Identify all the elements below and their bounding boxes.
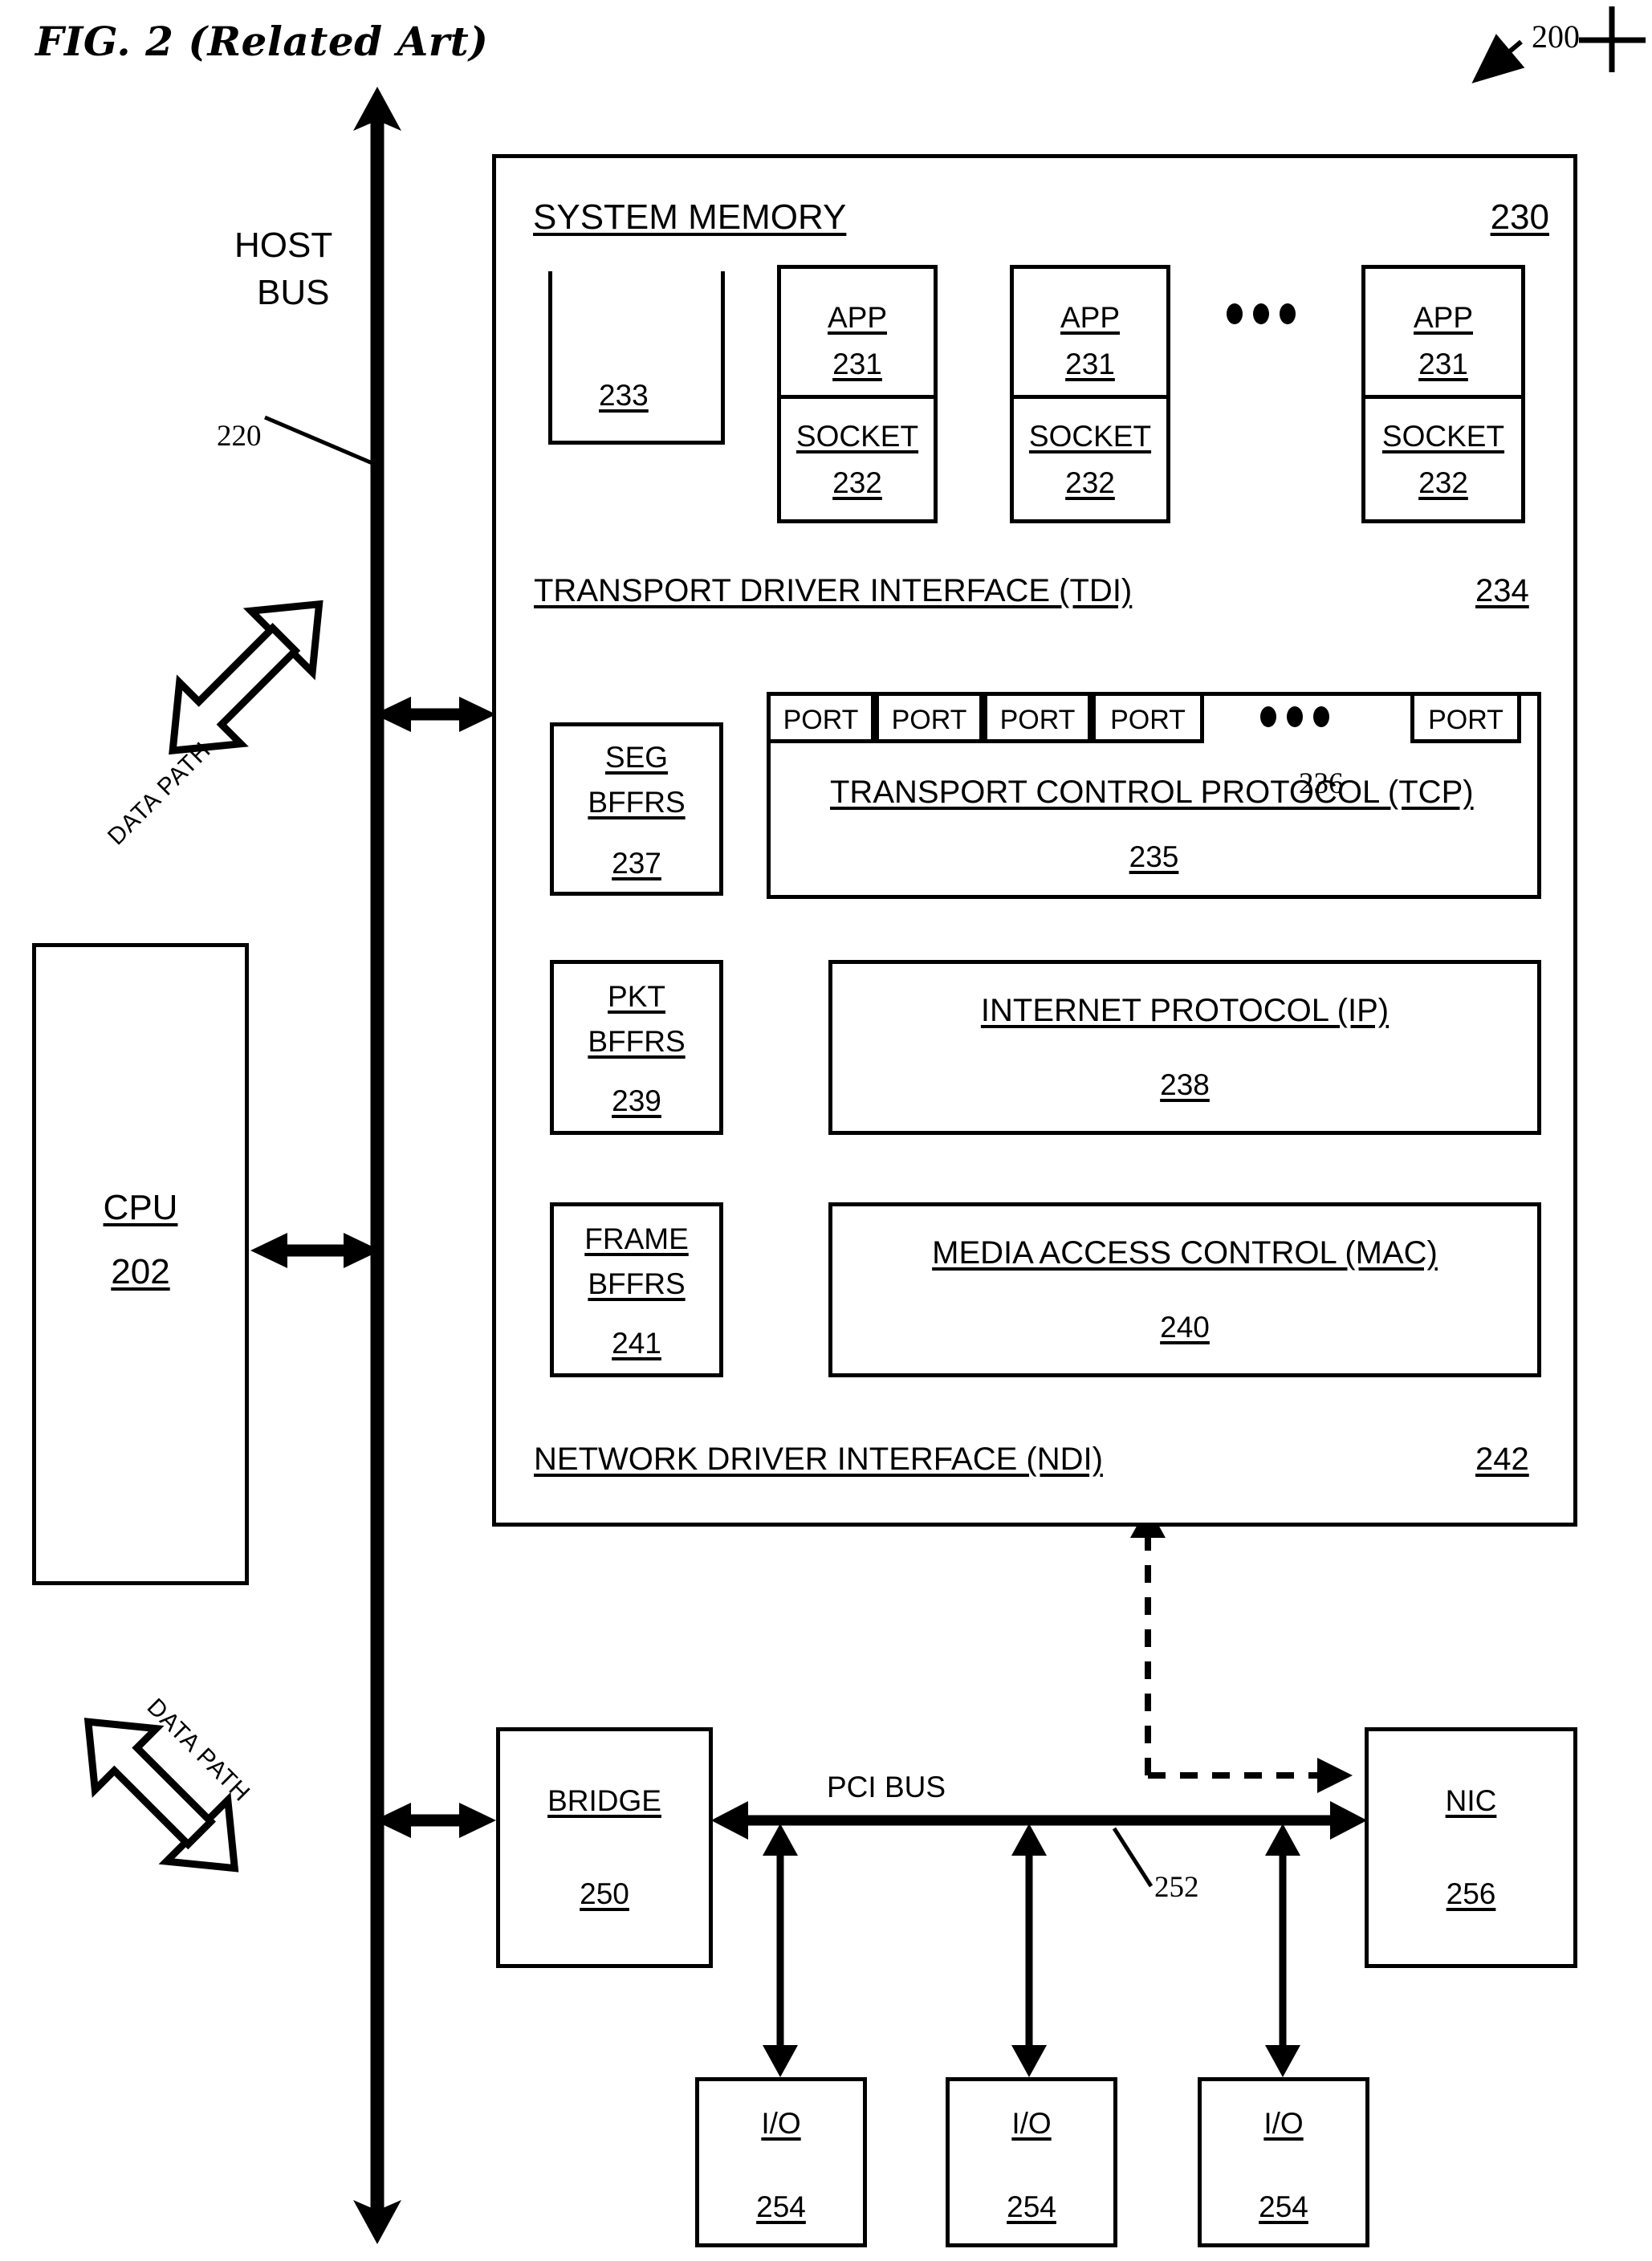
pci-bus-line bbox=[711, 1801, 1367, 1840]
cpu-reference-number: 202 bbox=[111, 1252, 170, 1291]
port-label-1: PORT bbox=[783, 705, 859, 735]
frame-buffers-label-line2: BFFRS bbox=[588, 1267, 686, 1300]
ndi-title: NETWORK DRIVER INTERFACE (NDI) bbox=[534, 1442, 1103, 1477]
host-bus-reference-number: 220 bbox=[217, 420, 262, 453]
frame-buffers-label-line1: FRAME bbox=[584, 1222, 689, 1255]
crosshair-registration-mark bbox=[1579, 6, 1646, 72]
host-bus-line bbox=[353, 87, 401, 2244]
ip-reference-number: 238 bbox=[1160, 1068, 1210, 1101]
port-box-3: PORT bbox=[983, 692, 1092, 743]
pci-bus-reference-number: 252 bbox=[1154, 1871, 1199, 1904]
socket-title-3: SOCKET bbox=[1381, 420, 1505, 453]
bus-to-system-memory-arrow bbox=[374, 697, 496, 732]
socket-title-2: SOCKET bbox=[1028, 420, 1152, 453]
app-title-1: APP bbox=[827, 301, 888, 334]
io-reference-number-2: 254 bbox=[1007, 2190, 1056, 2223]
cpu-to-bus-arrow bbox=[250, 1233, 380, 1268]
io-reference-number-3: 254 bbox=[1259, 2190, 1308, 2223]
pkt-buffers-box: PKT BFFRS 239 bbox=[550, 960, 723, 1135]
ip-box: INTERNET PROTOCOL (IP) 238 bbox=[828, 960, 1541, 1135]
pci-bus-reference-leader bbox=[1112, 1827, 1154, 1888]
io-box-3: I/O 254 bbox=[1198, 2077, 1369, 2247]
host-bus-reference-leader bbox=[264, 415, 375, 466]
port-box-1: PORT bbox=[767, 692, 875, 743]
pci-bus-to-io-arrows bbox=[763, 1824, 1300, 2077]
pkt-buffers-label-line2: BFFRS bbox=[588, 1025, 686, 1058]
patent-figure-canvas: FIG. 2 (Related Art) 200 DATA PATH DATA … bbox=[0, 0, 1652, 2261]
ports-ellipsis bbox=[1260, 706, 1329, 727]
tcp-title: TRANSPORT CONTROL PROTOCOL (TCP) bbox=[830, 775, 1474, 810]
nic-reference-number: 256 bbox=[1446, 1877, 1496, 1910]
socket-title-1: SOCKET bbox=[795, 420, 919, 453]
app-reference-number-2: 231 bbox=[1065, 348, 1115, 380]
mac-box: MEDIA ACCESS CONTROL (MAC) 240 bbox=[828, 1202, 1541, 1377]
io-box-2: I/O 254 bbox=[946, 2077, 1117, 2247]
app-title-2: APP bbox=[1060, 301, 1121, 334]
host-bus-label-line2: BUS bbox=[257, 273, 330, 312]
app-reference-number-3: 231 bbox=[1418, 348, 1468, 380]
port-label-3: PORT bbox=[999, 705, 1076, 735]
socket-box-3: SOCKET 232 bbox=[1361, 395, 1525, 523]
tdi-title: TRANSPORT DRIVER INTERFACE (TDI) bbox=[534, 573, 1133, 608]
io-title-2: I/O bbox=[1011, 2107, 1052, 2140]
port-label-2: PORT bbox=[891, 705, 967, 735]
pkt-buffers-label-line1: PKT bbox=[608, 980, 665, 1013]
ports-reference-number: 236 bbox=[1299, 767, 1344, 800]
pci-bus-label: PCI BUS bbox=[827, 1771, 946, 1804]
cpu-box: CPU 202 bbox=[32, 943, 249, 1585]
msg-buffers-reference-number: 233 bbox=[599, 379, 649, 412]
io-box-1: I/O 254 bbox=[695, 2077, 867, 2247]
tcp-reference-number: 235 bbox=[1129, 840, 1179, 873]
ip-title: INTERNET PROTOCOL (IP) bbox=[980, 993, 1390, 1028]
mac-title: MEDIA ACCESS CONTROL (MAC) bbox=[932, 1235, 1438, 1271]
socket-reference-number-1: 232 bbox=[832, 466, 882, 499]
msg-buffers-box-lower bbox=[548, 271, 725, 445]
seg-buffers-reference-number: 237 bbox=[612, 847, 661, 880]
tdi-reference-number: 234 bbox=[1475, 573, 1529, 608]
host-bus-label-line1: HOST bbox=[234, 226, 333, 265]
bus-to-bridge-arrow bbox=[374, 1803, 496, 1838]
io-title-1: I/O bbox=[761, 2107, 801, 2140]
data-path-arrow-upper bbox=[169, 600, 323, 755]
mac-reference-number: 240 bbox=[1160, 1311, 1210, 1344]
frame-buffers-box: FRAME BFFRS 241 bbox=[550, 1202, 723, 1377]
nic-title: NIC bbox=[1445, 1784, 1497, 1817]
ndi-reference-number: 242 bbox=[1475, 1442, 1529, 1477]
seg-buffers-label-line1: SEG bbox=[604, 741, 669, 774]
seg-buffers-label-line2: BFFRS bbox=[588, 786, 686, 819]
port-label-4: PORT bbox=[1110, 705, 1186, 735]
frame-buffers-reference-number: 241 bbox=[612, 1327, 661, 1360]
system-memory-title: SYSTEM MEMORY bbox=[533, 197, 847, 237]
overall-reference-leader bbox=[1471, 34, 1525, 83]
bridge-title: BRIDGE bbox=[547, 1784, 661, 1817]
system-memory-reference-number: 230 bbox=[1490, 197, 1549, 237]
app-title-3: APP bbox=[1413, 301, 1474, 334]
port-box-2: PORT bbox=[875, 692, 983, 743]
io-title-3: I/O bbox=[1263, 2107, 1304, 2140]
socket-reference-number-3: 232 bbox=[1418, 466, 1468, 499]
app-reference-number-1: 231 bbox=[832, 348, 882, 380]
socket-reference-number-2: 232 bbox=[1065, 466, 1115, 499]
bridge-reference-number: 250 bbox=[580, 1877, 629, 1910]
port-label-5: PORT bbox=[1428, 705, 1503, 735]
nic-box: NIC 256 bbox=[1365, 1727, 1577, 1968]
ndi-to-nic-dashed-path bbox=[1130, 1506, 1353, 1793]
bridge-box: BRIDGE 250 bbox=[496, 1727, 713, 1968]
socket-box-2: SOCKET 232 bbox=[1010, 395, 1170, 523]
seg-buffers-box: SEG BFFRS 237 bbox=[550, 722, 723, 896]
port-box-5: PORT bbox=[1410, 692, 1521, 743]
apps-ellipsis bbox=[1227, 303, 1296, 324]
cpu-title: CPU bbox=[103, 1188, 178, 1227]
pkt-buffers-reference-number: 239 bbox=[612, 1084, 661, 1117]
io-reference-number-1: 254 bbox=[756, 2190, 806, 2223]
port-box-4: PORT bbox=[1092, 692, 1204, 743]
socket-box-1: SOCKET 232 bbox=[777, 395, 938, 523]
